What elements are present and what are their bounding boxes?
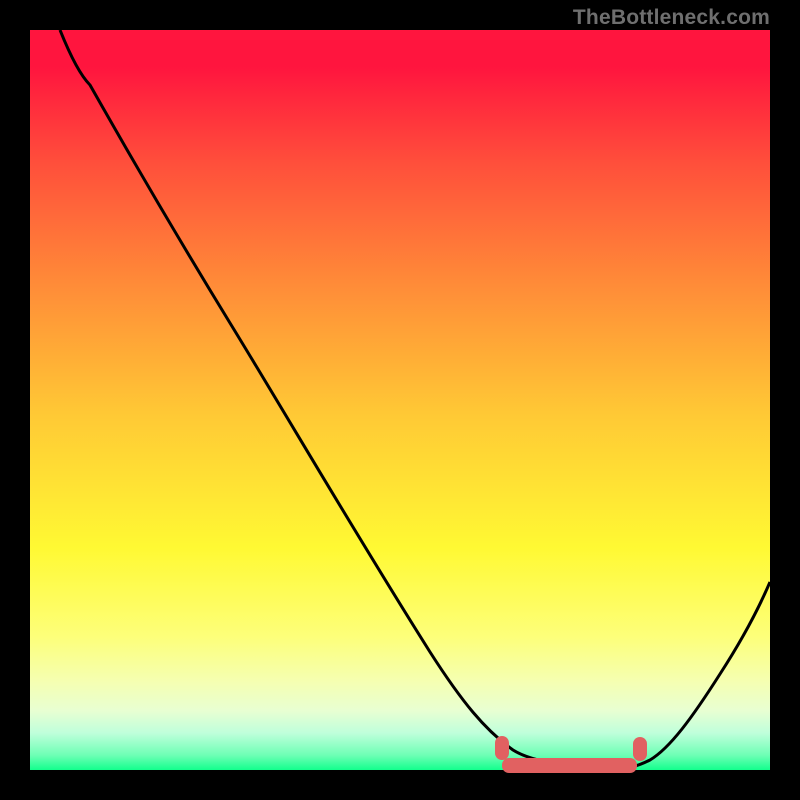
chart-stage: TheBottleneck.com <box>0 0 800 800</box>
optimal-start-marker <box>495 736 509 760</box>
optimal-end-marker <box>633 737 647 761</box>
watermark-text: TheBottleneck.com <box>573 6 770 30</box>
curve-svg <box>30 30 770 770</box>
bottleneck-curve <box>60 30 770 768</box>
optimal-band <box>502 758 637 773</box>
